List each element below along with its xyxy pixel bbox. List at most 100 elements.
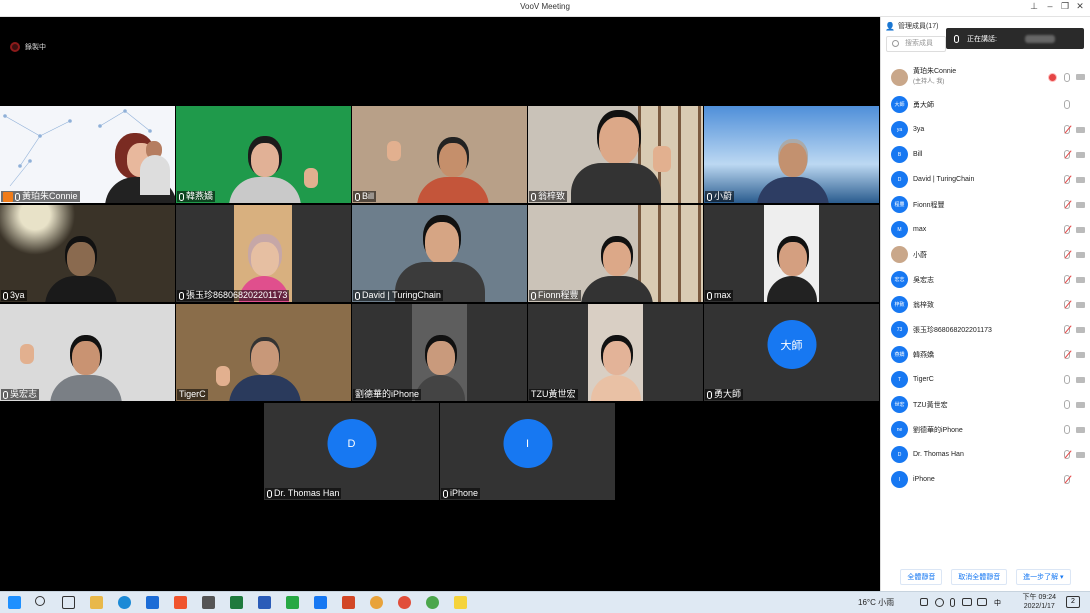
video-tile[interactable]: 張玉珍868068202201173	[176, 205, 351, 302]
mic-muted-icon[interactable]	[1064, 175, 1070, 184]
app-icon[interactable]	[202, 596, 215, 609]
ime-icon[interactable]: 中	[994, 598, 1006, 607]
mute-all-button[interactable]: 全體靜音	[900, 569, 943, 585]
member-row[interactable]: T TigerC	[881, 367, 1090, 392]
video-tile[interactable]: 翁梓致	[528, 106, 703, 203]
word-icon[interactable]	[258, 596, 271, 609]
mic-icon[interactable]	[1064, 100, 1070, 109]
camera-icon[interactable]	[1076, 151, 1085, 158]
chrome-icon[interactable]	[370, 596, 383, 609]
clock[interactable]: 下午 09:24 2022/1/17	[1023, 593, 1056, 611]
mic-muted-icon[interactable]	[1064, 350, 1070, 359]
video-tile[interactable]: 劉德華的iPhone	[352, 304, 527, 401]
member-row[interactable]: 宏志 吳宏志	[881, 267, 1090, 292]
camera-icon[interactable]	[1076, 276, 1085, 283]
mic-icon[interactable]	[1064, 72, 1070, 82]
camera-icon[interactable]	[1076, 451, 1085, 458]
member-row[interactable]: 黃珀朱Connie (主持人, 我)	[881, 62, 1090, 92]
video-tile[interactable]: TZU黃世宏	[528, 304, 703, 401]
camera-icon[interactable]	[1076, 251, 1085, 258]
member-row[interactable]: B Bill	[881, 142, 1090, 167]
camera-icon[interactable]	[1076, 376, 1085, 383]
camera-icon[interactable]	[1076, 401, 1085, 408]
camera-icon[interactable]	[1076, 301, 1085, 308]
volume-icon[interactable]	[977, 598, 987, 606]
video-tile[interactable]: TigerC	[176, 304, 351, 401]
chrome-profile-2-icon[interactable]	[426, 596, 439, 609]
video-tile[interactable]: max	[704, 205, 879, 302]
camera-icon[interactable]	[1076, 74, 1085, 80]
camera-icon[interactable]	[1076, 126, 1085, 133]
sticky-notes-icon[interactable]	[454, 596, 467, 609]
file-explorer-icon[interactable]	[90, 596, 103, 609]
video-tile[interactable]: 韓燕嬌	[176, 106, 351, 203]
mic-muted-icon[interactable]	[1064, 200, 1070, 209]
mic-icon[interactable]	[1064, 400, 1070, 409]
video-tile[interactable]: 吳宏志	[0, 304, 175, 401]
more-button[interactable]: 進一步了解 ▾	[1016, 569, 1071, 585]
mic-muted-icon[interactable]	[1064, 275, 1070, 284]
minimize-icon[interactable]: –	[1043, 1, 1057, 11]
member-row[interactable]: 73 張玉珍868068202201173	[881, 317, 1090, 342]
member-row[interactable]: ya 3ya	[881, 117, 1090, 142]
camera-icon[interactable]	[1076, 201, 1085, 208]
tray-chevron-icon[interactable]	[920, 598, 928, 606]
video-tile[interactable]: 黃珀朱Connie	[0, 106, 175, 203]
camera-icon[interactable]	[1076, 326, 1085, 333]
camera-icon[interactable]	[1076, 176, 1085, 183]
member-row[interactable]: 燕嬌 韓燕嬌	[881, 342, 1090, 367]
mic-icon[interactable]	[1064, 425, 1070, 434]
video-tile[interactable]: 小蔚	[704, 106, 879, 203]
mic-muted-icon[interactable]	[1064, 125, 1070, 134]
mail-icon[interactable]	[146, 596, 159, 609]
member-row[interactable]: 大師 勇大師	[881, 92, 1090, 117]
mic-icon[interactable]	[1064, 375, 1070, 384]
pin-icon[interactable]: ⊥	[1027, 1, 1041, 12]
member-row[interactable]: D Dr. Thomas Han	[881, 442, 1090, 467]
network-icon[interactable]	[935, 598, 944, 607]
excel-icon[interactable]	[230, 596, 243, 609]
member-row[interactable]: ne 劉德華的iPhone	[881, 417, 1090, 442]
camera-icon[interactable]	[1076, 226, 1085, 233]
brave-icon[interactable]	[174, 596, 187, 609]
member-row[interactable]: 世宏 TZU黃世宏	[881, 392, 1090, 417]
mic-muted-icon[interactable]	[1064, 325, 1070, 334]
edge-icon[interactable]	[118, 596, 131, 609]
mic-muted-icon[interactable]	[1064, 250, 1070, 259]
chrome-profile-icon[interactable]	[398, 596, 411, 609]
video-tile[interactable]: Bill	[352, 106, 527, 203]
video-tile[interactable]: D Dr. Thomas Han	[264, 403, 439, 500]
line-icon[interactable]	[286, 596, 299, 609]
mic-muted-icon[interactable]	[1064, 225, 1070, 234]
camera-icon[interactable]	[1076, 351, 1085, 358]
member-row[interactable]: Mmax	[881, 217, 1090, 242]
member-row[interactable]: 小蔚	[881, 242, 1090, 267]
mic-muted-icon[interactable]	[1064, 475, 1070, 484]
video-tile[interactable]: 3ya	[0, 205, 175, 302]
mic-muted-icon[interactable]	[1064, 450, 1070, 459]
start-icon[interactable]	[8, 596, 21, 609]
voov-icon[interactable]	[314, 596, 327, 609]
task-view-icon[interactable]	[62, 596, 75, 609]
video-tile[interactable]: I iPhone	[440, 403, 615, 500]
close-icon[interactable]: ✕	[1073, 1, 1087, 12]
powerpoint-icon[interactable]	[342, 596, 355, 609]
video-tile[interactable]: 大師 勇大師	[704, 304, 879, 401]
video-tile[interactable]: Fionn程豐	[528, 205, 703, 302]
camera-icon[interactable]	[1076, 426, 1085, 433]
member-row[interactable]: 梓致 翁梓致	[881, 292, 1090, 317]
display-icon[interactable]	[962, 598, 972, 606]
member-search-input[interactable]: 搜索成員	[886, 36, 946, 52]
unmute-all-button[interactable]: 取消全體靜音	[951, 569, 1008, 585]
search-icon[interactable]	[35, 596, 45, 606]
mic-muted-icon[interactable]	[1064, 300, 1070, 309]
mic-muted-icon[interactable]	[1064, 150, 1070, 159]
weather-widget[interactable]: 16°C 小雨	[858, 597, 894, 608]
restore-icon[interactable]: ❐	[1058, 1, 1072, 12]
video-tile[interactable]: David | TuringChain	[352, 205, 527, 302]
member-row[interactable]: IiPhone	[881, 467, 1090, 492]
member-row[interactable]: D David | TuringChain	[881, 167, 1090, 192]
microphone-tray-icon[interactable]	[950, 598, 955, 607]
notification-icon[interactable]: 2	[1066, 596, 1080, 608]
member-row[interactable]: 程豐 Fionn程豐	[881, 192, 1090, 217]
